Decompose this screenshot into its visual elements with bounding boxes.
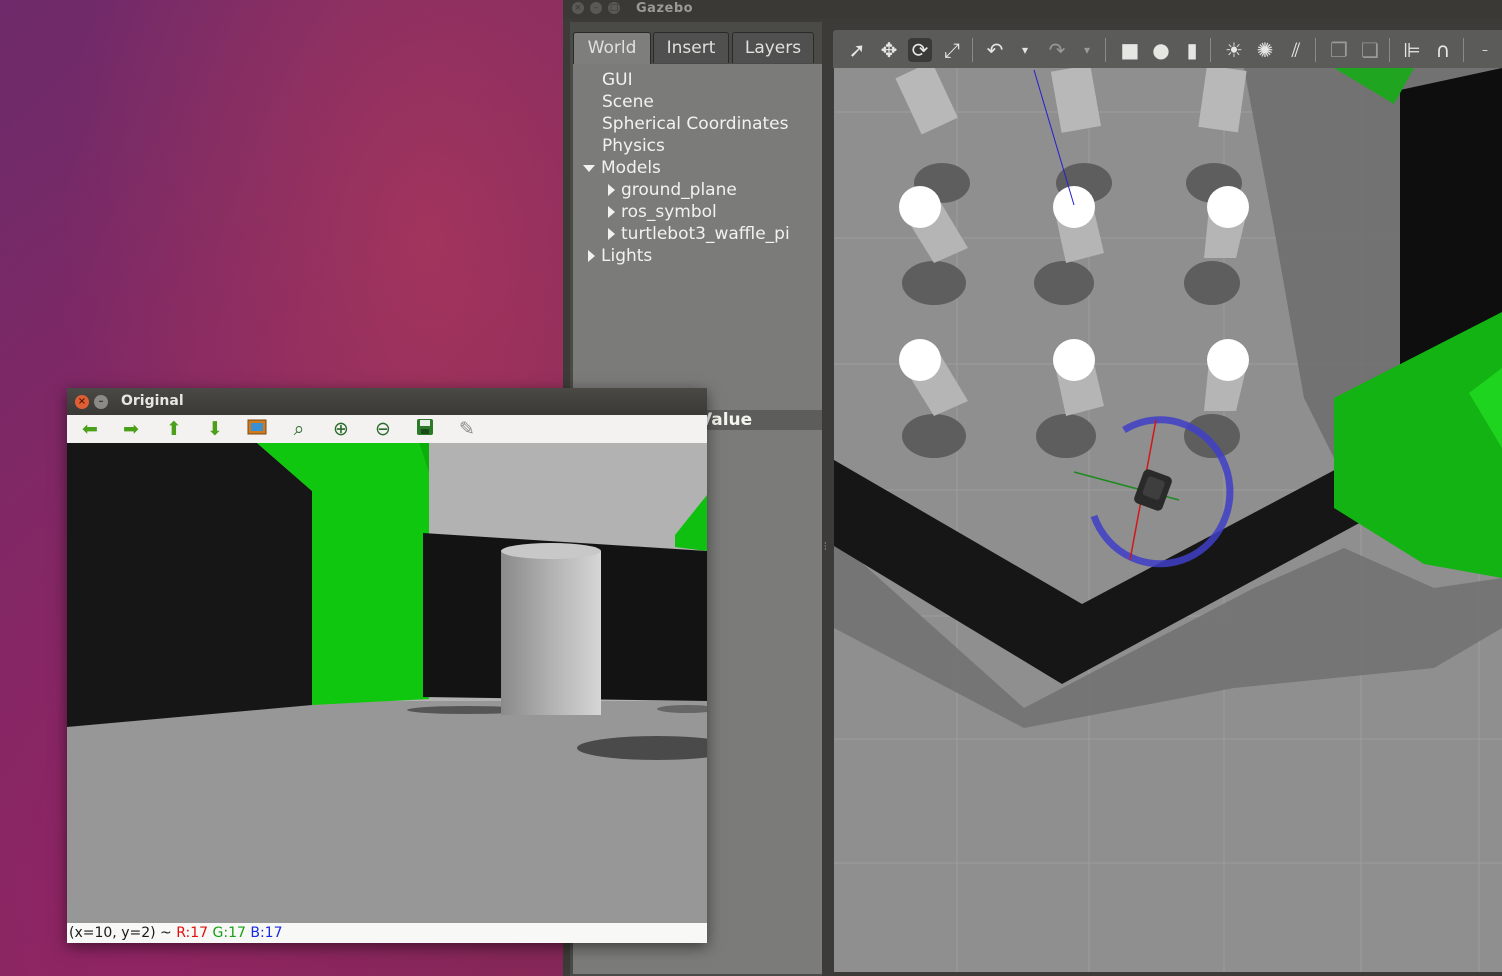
tree-item-ros-symbol[interactable]: ros_symbol [608,201,717,223]
left-wall [67,443,312,727]
rotate-icon[interactable]: ⟳ [908,38,932,62]
save-icon[interactable] [413,418,437,440]
image-icon-glyph [247,419,267,435]
cylinder-shape-icon[interactable]: ▮ [1180,38,1204,62]
expand-right-icon[interactable] [588,250,595,262]
redo-dropdown-icon[interactable]: ▾ [1075,38,1099,62]
window-title: Original [121,393,184,409]
splitter-handle-icon[interactable]: · · · [824,540,828,554]
box-shape-icon[interactable]: ■ [1118,38,1142,62]
sphere-shape-icon[interactable]: ● [1149,38,1173,62]
tree-item-label: turtlebot3_waffle_pi [621,224,790,244]
undo-icon[interactable]: ↶ [983,38,1007,62]
camera-frame [67,443,707,923]
toolbar-separator [1315,38,1316,62]
toolbar-separator [1105,38,1106,62]
directional-light-icon[interactable]: ⫽ [1284,38,1308,62]
tree-item-label: GUI [602,70,633,90]
gazebo-titlebar: × – □ Gazebo [563,0,1502,18]
pillar-body [501,551,601,715]
tree-item-label: ground_plane [621,180,737,200]
clear-brush-icon[interactable]: ✎ [455,418,479,440]
select-arrow-icon[interactable]: ➚ [845,38,869,62]
tab-world[interactable]: World [573,32,651,65]
window-title: Gazebo [636,1,694,16]
toolbar-overflow-icon[interactable]: – [1473,38,1497,62]
zoom-out-icon[interactable]: ⊖ [371,418,395,440]
up-arrow-icon[interactable]: ⬆ [162,418,186,440]
down-arrow-icon[interactable]: ⬇ [203,418,227,440]
point-light-icon[interactable]: ☀ [1222,38,1246,62]
align-icon[interactable]: ⊫ [1400,38,1424,62]
image-view-toolbar: ⬅ ➡ ⬆ ⬇ ⌕ ⊕ ⊖ ✎ [67,415,707,443]
close-icon[interactable]: × [75,395,89,409]
tab-layers[interactable]: Layers [732,32,814,63]
tab-insert[interactable]: Insert [653,32,729,63]
copy-icon[interactable]: ❐ [1327,38,1351,62]
image-view-titlebar: × – Original [67,388,707,415]
expand-right-icon[interactable] [608,206,615,218]
tree-item-models[interactable]: Models [583,157,661,179]
zoom-fit-icon[interactable]: ⌕ [287,418,311,440]
toolbar-separator [972,38,973,62]
pixel-blue-value: B:17 [250,925,283,941]
save-icon-glyph [417,419,433,435]
maximize-icon[interactable]: □ [608,2,620,14]
toolbar-separator [1463,38,1464,62]
scene-viewport[interactable] [834,68,1502,972]
zoom-in-icon[interactable]: ⊕ [329,418,353,440]
camera-image[interactable] [67,443,707,923]
tree-item-label: ros_symbol [621,202,717,222]
pixel-info-status: (x=10, y=2) ~ R:17 G:17 B:17 [67,923,707,943]
minimize-icon[interactable]: – [94,395,108,409]
pixel-green-value: G:17 [212,925,246,941]
panel-splitter[interactable]: · · · [822,22,832,976]
pixel-red-value: R:17 [176,925,209,941]
tree-item-label: Lights [601,246,653,266]
scale-icon[interactable]: ⤢ [940,38,964,62]
tree-item-turtlebot3[interactable]: turtlebot3_waffle_pi [608,223,790,245]
left-arrow-icon[interactable]: ⬅ [78,418,102,440]
panel-tabs: World Insert Layers [570,32,830,65]
paste-icon[interactable]: ❏ [1358,38,1382,62]
pixel-coordinates: (x=10, y=2) ~ [69,925,172,941]
tree-item-label: Scene [602,92,654,112]
right-arrow-icon[interactable]: ➡ [119,418,143,440]
redo-icon[interactable]: ↷ [1045,38,1069,62]
tree-item-label: Spherical Coordinates [602,114,789,134]
expand-down-icon[interactable] [583,164,595,172]
scene-render [834,68,1502,972]
image-view-window: × – Original ⬅ ➡ ⬆ ⬇ ⌕ ⊕ ⊖ ✎ (x=10, y=2)… [67,388,707,943]
tree-item-ground-plane[interactable]: ground_plane [608,179,737,201]
minimize-icon[interactable]: – [590,2,602,14]
toolbar-separator [1389,38,1390,62]
tree-item-scene[interactable]: Scene [602,91,654,113]
close-icon[interactable]: × [572,2,584,14]
spot-light-icon[interactable]: ✺ [1253,38,1277,62]
expand-right-icon[interactable] [608,228,615,240]
translate-icon[interactable]: ✥ [877,38,901,62]
pillar-top [501,543,601,559]
expand-right-icon[interactable] [608,184,615,196]
tree-item-physics[interactable]: Physics [602,135,665,157]
image-icon[interactable] [245,418,269,440]
tree-item-spherical-coordinates[interactable]: Spherical Coordinates [602,113,788,135]
tree-item-lights[interactable]: Lights [588,245,652,267]
gazebo-toolbar: ➚ ✥ ⟳ ⤢ ↶ ▾ ↷ ▾ ■ ● ▮ ☀ ✺ ⫽ ❐ ❏ ⊫ ∩ – [833,30,1502,68]
snap-icon[interactable]: ∩ [1431,38,1455,62]
tree-item-label: Physics [602,136,665,156]
floor [67,701,707,923]
tree-item-label: Models [601,158,661,178]
toolbar-separator [1210,38,1211,62]
undo-dropdown-icon[interactable]: ▾ [1013,38,1037,62]
tree-item-gui[interactable]: GUI [602,69,633,91]
